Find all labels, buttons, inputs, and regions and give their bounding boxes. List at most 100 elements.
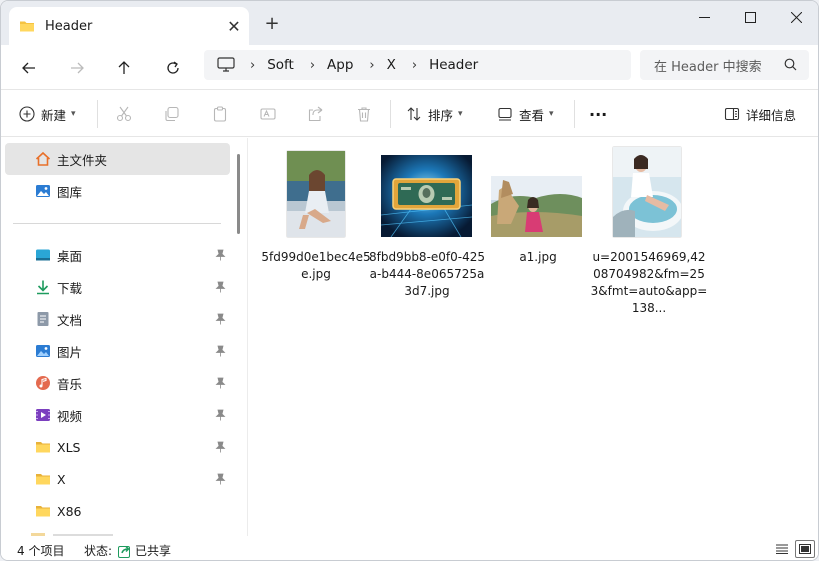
details-label: 详细信息 — [746, 107, 797, 123]
maximize-button[interactable] — [727, 1, 773, 33]
sidebar-item-pictures[interactable]: 图片 — [5, 335, 230, 367]
breadcrumb-separator: › — [411, 57, 418, 73]
folder-icon — [36, 506, 50, 517]
sidebar-item-label: 桌面 — [57, 248, 83, 264]
rename-icon — [260, 108, 276, 120]
breadcrumb-separator: › — [250, 57, 256, 73]
pictures-icon — [36, 345, 50, 357]
sidebar-item-label: 主文件夹 — [57, 152, 108, 168]
chevron-down-icon: ▾ — [458, 109, 463, 119]
more-options-button[interactable]: ··· — [589, 90, 607, 138]
file-name: u=2001546969,4208704982&fm=253&fmt=auto&… — [590, 250, 708, 315]
breadcrumb-app[interactable]: App — [327, 57, 353, 73]
folder-icon — [36, 474, 50, 485]
large-icons-view-button[interactable] — [795, 540, 815, 558]
pin-icon — [215, 345, 226, 357]
sidebar-item-documents[interactable]: 文档 — [5, 303, 230, 335]
clipboard-icon — [213, 106, 227, 122]
paste-button[interactable] — [212, 90, 228, 138]
toolbar-divider — [390, 100, 391, 128]
image-thumbnail — [613, 147, 681, 237]
title-bar: Header ✕ + — [1, 1, 818, 45]
file-item[interactable]: 5fd99d0e1bec4e5e.jpg — [257, 146, 375, 286]
pin-icon — [215, 473, 226, 485]
breadcrumb-header[interactable]: Header — [429, 57, 478, 73]
new-label: 新建 — [41, 107, 67, 123]
more-icon: ··· — [589, 104, 608, 124]
minimize-button[interactable] — [681, 1, 727, 33]
home-icon — [35, 151, 51, 166]
close-icon — [790, 11, 802, 23]
file-name: a1.jpg — [519, 250, 557, 264]
up-button[interactable] — [108, 52, 140, 84]
breadcrumb-separator: › — [309, 57, 316, 73]
list-view-icon — [776, 544, 788, 554]
command-bar: 新建 ▾ 排序 ▾ 查看 ▾ ··· 详细信息 — [1, 89, 818, 137]
refresh-button[interactable] — [157, 52, 189, 84]
rename-button[interactable] — [260, 90, 276, 138]
sort-label: 排序 — [428, 107, 454, 123]
sidebar-item-x[interactable]: X — [5, 463, 230, 495]
tab-close-button[interactable]: ✕ — [219, 17, 249, 36]
grid-view-icon — [799, 544, 811, 554]
copy-button[interactable] — [164, 90, 180, 138]
file-item[interactable]: a1.jpg — [479, 146, 597, 286]
minimize-icon — [698, 16, 710, 18]
sidebar-item-home[interactable]: 主文件夹 — [5, 143, 230, 175]
back-button[interactable] — [13, 52, 45, 84]
pin-icon — [215, 441, 226, 453]
breadcrumb-x[interactable]: X — [387, 57, 396, 73]
share-button[interactable] — [308, 90, 324, 138]
sidebar-item-label: 图库 — [57, 184, 83, 200]
sidebar-item-downloads[interactable]: 下载 — [5, 271, 230, 303]
pin-icon — [215, 377, 226, 389]
search-input[interactable]: 在 Header 中搜索 — [640, 50, 809, 80]
sidebar-item-label: 音乐 — [57, 376, 83, 392]
status-label: 状态: — [84, 544, 113, 558]
sidebar-item-x86[interactable]: X86 — [5, 495, 230, 527]
search-placeholder: 在 Header 中搜索 — [654, 59, 762, 75]
sidebar-item-label: 视频 — [57, 408, 83, 424]
close-window-button[interactable] — [773, 1, 818, 33]
delete-button[interactable] — [356, 90, 372, 138]
chevron-down-icon: ▾ — [549, 109, 554, 119]
sidebar-item-gallery[interactable]: 图库 — [5, 175, 230, 207]
view-label: 查看 — [519, 107, 545, 123]
music-icon — [36, 376, 50, 390]
new-tab-button[interactable]: + — [259, 13, 285, 37]
new-button[interactable]: 新建 ▾ — [19, 90, 76, 138]
cut-button[interactable] — [116, 90, 132, 138]
tab-header[interactable]: Header ✕ — [9, 7, 249, 45]
sidebar-item-music[interactable]: 音乐 — [5, 367, 230, 399]
sort-button[interactable]: 排序 ▾ — [406, 90, 463, 138]
file-explorer-window: Header ✕ + › Soft › App › X › Header 在 H… — [0, 0, 819, 561]
status-bar: 4 个项目 状态: 已共享 — [1, 536, 818, 560]
pin-icon — [215, 409, 226, 421]
sidebar-item-label: X — [57, 471, 66, 487]
sidebar-item-xls[interactable]: XLS — [5, 431, 230, 463]
share-status: 状态: 已共享 — [84, 542, 171, 559]
details-view-button[interactable] — [772, 540, 792, 558]
chevron-down-icon: ▾ — [71, 109, 76, 119]
gallery-icon — [36, 185, 50, 197]
download-icon — [37, 280, 49, 295]
toolbar-divider — [574, 100, 575, 128]
view-button[interactable]: 查看 ▾ — [497, 90, 554, 138]
sidebar-item-desktop[interactable]: 桌面 — [5, 239, 230, 271]
breadcrumb-soft[interactable]: Soft — [267, 57, 294, 73]
file-item[interactable]: u=2001546969,4208704982&fm=253&fmt=auto&… — [590, 146, 708, 315]
address-bar[interactable]: › Soft › App › X › Header — [204, 50, 631, 80]
address-row: › Soft › App › X › Header 在 Header 中搜索 — [1, 45, 818, 89]
folder-icon — [20, 21, 34, 32]
shared-label: 已共享 — [135, 544, 172, 558]
item-count: 4 个项目 — [17, 544, 65, 558]
forward-button[interactable] — [61, 52, 93, 84]
sidebar-item-videos[interactable]: 视频 — [5, 399, 230, 431]
details-pane-button[interactable]: 详细信息 — [724, 90, 796, 138]
file-item[interactable]: 8fbd9bb8-e0f0-425a-b444-8e065725a3d7.jpg — [368, 146, 486, 298]
document-icon — [37, 312, 49, 326]
copy-icon — [165, 106, 179, 122]
sidebar-scrollbar[interactable] — [237, 154, 240, 234]
file-list: 5fd99d0e1bec4e5e.jpg 8fbd9bb8-e0f0-425a-… — [247, 138, 818, 536]
sidebar-item-label: 下载 — [57, 280, 83, 296]
